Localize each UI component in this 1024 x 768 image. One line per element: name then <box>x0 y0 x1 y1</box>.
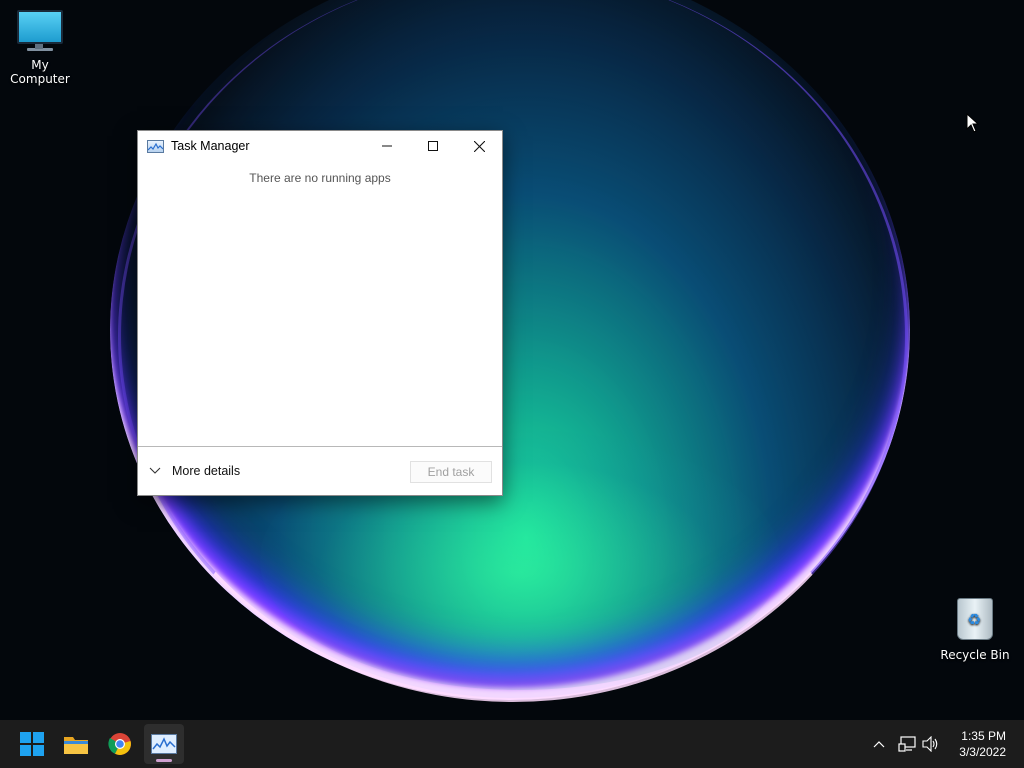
title-bar[interactable]: Task Manager <box>138 131 502 161</box>
close-icon <box>473 140 485 152</box>
close-button[interactable] <box>456 131 502 161</box>
active-indicator <box>156 759 172 762</box>
task-manager-icon <box>151 734 177 754</box>
start-button[interactable] <box>12 724 52 764</box>
desktop-icon-label: Recycle Bin <box>940 648 1010 662</box>
minimize-icon <box>382 145 392 147</box>
minimize-button[interactable] <box>364 131 410 161</box>
task-manager-app-icon <box>147 139 164 153</box>
maximize-icon <box>428 141 438 151</box>
taskbar: 1:35 PM 3/3/2022 <box>0 720 1024 768</box>
clock-time: 1:35 PM <box>961 729 1006 743</box>
maximize-button[interactable] <box>410 131 456 161</box>
desktop-icon-my-computer[interactable]: My Computer <box>0 10 80 86</box>
chevron-down-icon <box>149 467 161 474</box>
mouse-cursor-icon <box>966 113 980 133</box>
volume-icon <box>922 736 938 752</box>
end-task-button[interactable]: End task <box>410 461 492 483</box>
more-details-button[interactable]: More details <box>149 464 240 478</box>
chrome-icon <box>108 733 131 755</box>
window-title: Task Manager <box>171 139 250 153</box>
window-footer: More details End task <box>138 446 502 495</box>
show-hidden-icons-button[interactable] <box>868 720 890 768</box>
task-manager-window: Task Manager There are no running apps M… <box>137 130 503 496</box>
network-button[interactable] <box>896 720 918 768</box>
computer-icon <box>17 10 63 51</box>
more-details-label: More details <box>172 464 241 478</box>
file-explorer-icon <box>64 737 88 754</box>
chrome-button[interactable] <box>100 724 140 764</box>
recycle-bin-icon: ♻ <box>957 598 993 640</box>
desktop-icon-recycle-bin[interactable]: ♻ Recycle Bin <box>935 598 1015 662</box>
start-icon <box>20 732 44 756</box>
system-clock[interactable]: 1:35 PM 3/3/2022 <box>959 728 1006 760</box>
network-icon <box>898 736 916 752</box>
desktop-icon-label: My Computer <box>10 58 70 86</box>
task-manager-taskbar-button[interactable] <box>144 724 184 764</box>
clock-date: 3/3/2022 <box>959 745 1006 759</box>
volume-button[interactable] <box>920 720 942 768</box>
empty-apps-message: There are no running apps <box>249 171 391 185</box>
chevron-up-icon <box>873 741 885 748</box>
file-explorer-button[interactable] <box>56 724 96 764</box>
